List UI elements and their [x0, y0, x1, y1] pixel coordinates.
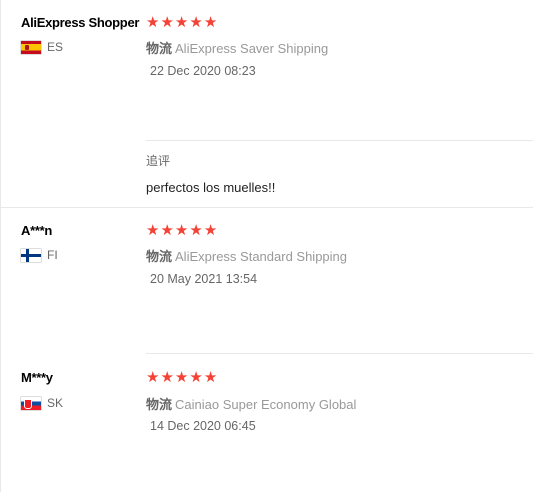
rating-stars: ★ ★ ★ ★ ★ [146, 370, 217, 385]
star-icon: ★ [189, 369, 203, 386]
rating-stars: ★ ★ ★ ★ ★ [146, 223, 217, 238]
star-icon: ★ [146, 222, 160, 239]
reviewer-name[interactable]: M***y [21, 370, 53, 385]
rating-stars: ★ ★ ★ ★ ★ [146, 15, 217, 30]
star-icon: ★ [174, 369, 189, 386]
shipping-info: 物流 AliExpress Standard Shipping [146, 246, 347, 265]
shipping-method: Cainiao Super Economy Global [175, 397, 357, 412]
shipping-info: 物流 Cainiao Super Economy Global [146, 394, 356, 413]
star-icon: ★ [203, 222, 218, 239]
slovakia-flag-icon [21, 396, 41, 410]
country-code: SK [47, 396, 64, 410]
shipping-label: 物流 [146, 41, 173, 56]
star-icon: ★ [146, 14, 160, 31]
shipping-label: 物流 [146, 397, 173, 412]
followup-label: 追评 [146, 154, 171, 168]
reviewer-name[interactable]: AliExpress Shopper [21, 15, 139, 30]
star-icon: ★ [160, 369, 174, 386]
review-divider [146, 353, 533, 354]
star-icon: ★ [203, 369, 218, 386]
left-border [0, 0, 1, 492]
reviewer-country: SK [21, 396, 63, 410]
shipping-info: 物流 AliExpress Saver Shipping [146, 38, 328, 57]
followup-text: perfectos los muelles!! [146, 180, 276, 195]
finland-flag-icon [21, 248, 41, 262]
shipping-label: 物流 [146, 249, 173, 264]
star-icon: ★ [160, 222, 174, 239]
star-icon: ★ [189, 14, 203, 31]
star-icon: ★ [189, 222, 203, 239]
reviewer-name[interactable]: A***n [21, 223, 52, 238]
review-date: 22 Dec 2020 08:23 [150, 64, 256, 78]
country-code: FI [47, 248, 58, 262]
country-code: ES [47, 40, 64, 54]
star-icon: ★ [146, 369, 160, 386]
spain-flag-icon [21, 40, 41, 54]
review-date: 14 Dec 2020 06:45 [150, 419, 256, 433]
review-divider [0, 207, 533, 208]
shipping-method: AliExpress Standard Shipping [175, 249, 348, 264]
star-icon: ★ [174, 14, 189, 31]
review-date: 20 May 2021 13:54 [150, 272, 258, 286]
reviewer-country: ES [21, 40, 63, 54]
reviewer-country: FI [21, 248, 58, 262]
shipping-method: AliExpress Saver Shipping [175, 41, 329, 56]
followup-divider [146, 140, 533, 141]
star-icon: ★ [160, 14, 174, 31]
star-icon: ★ [174, 222, 189, 239]
star-icon: ★ [203, 14, 218, 31]
